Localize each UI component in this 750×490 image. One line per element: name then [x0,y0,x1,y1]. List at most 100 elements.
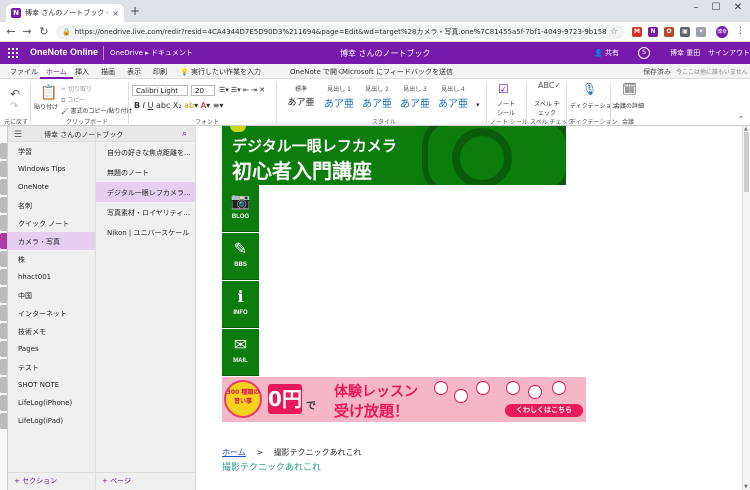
collapse-ribbon-icon[interactable]: ⌃ [738,115,744,123]
section-item[interactable]: Windows Tips [0,160,95,178]
section-item[interactable]: hhact001 [0,268,95,286]
section-label: 技術メモ [18,328,46,336]
page-item-selected[interactable]: デジタル一眼レフカメラ... [96,182,195,202]
section-item[interactable]: 中国 [0,286,95,304]
browser-menu-icon[interactable]: ⋮ [736,26,745,36]
promo-details-button[interactable]: くわしくはこちら [505,404,583,417]
tab-home[interactable]: ホーム [40,64,73,79]
section-item[interactable]: 株 [0,250,95,268]
bbs-button[interactable]: ✎ BBS [222,233,259,280]
banner-decoration [230,126,246,132]
note-tag-icon[interactable]: ☑ [498,82,509,96]
app-breadcrumb[interactable]: OneDrive ▸ ドキュメント [110,48,193,58]
paste-icon[interactable]: 📋 [40,85,57,101]
section-item[interactable]: SHOT NOTE [0,376,95,394]
skype-icon[interactable]: S [638,47,650,59]
section-item[interactable]: クイック ノート [0,214,95,232]
tab-draw[interactable]: 描画 [101,67,115,77]
open-in-desktop-link[interactable]: OneNote で開く [290,67,344,77]
section-item[interactable]: 技術メモ [0,322,95,340]
spell-check-icon[interactable]: ABC✓ [538,81,561,90]
meeting-details-button[interactable]: 会議の詳細 [614,101,644,110]
tab-insert[interactable]: 挿入 [75,67,89,77]
add-page-button[interactable]: + ページ [102,476,131,486]
cooking-icon [454,389,468,403]
section-item-selected[interactable]: カメラ・写真 [0,232,95,250]
reload-icon[interactable]: ↻ [37,24,51,40]
canvas-scrollbar[interactable]: ▲ ▼ [742,126,750,490]
extension-icon[interactable]: ▣ [680,27,690,37]
bookmark-star-icon[interactable]: ☆ [610,27,618,37]
section-item[interactable]: 名刺 [0,196,95,214]
tab-view[interactable]: 表示 [127,67,141,77]
meeting-details-icon[interactable]: 🗓 [622,82,637,96]
note-tag-button[interactable]: ノート シール [494,99,518,117]
font-size-select[interactable]: 20 [191,85,215,96]
scroll-down-icon[interactable]: ▼ [744,484,748,490]
new-tab-button[interactable]: + [130,4,140,18]
feedback-link[interactable]: Microsoft にフィードバックを送信 [342,67,453,77]
back-icon[interactable]: ← [4,24,18,40]
window-close-icon[interactable]: ✕ [728,2,748,13]
search-icon[interactable]: ⌕ [182,129,187,139]
gmail-extension-icon[interactable]: M [632,27,642,37]
promo-banner[interactable]: 300 種類の 習い事 0円 で 体験レッスン 受け放題！ くわしくはこちら [222,377,586,422]
office-extension-icon[interactable]: O [664,27,674,37]
page-canvas[interactable]: デジタル一眼レフカメラ 初心者入門講座 📷 BLOG ✎ BBS i INFO … [196,126,742,490]
list-buttons[interactable]: ☰▾ ☰▾ ⇤ ⇥ ✕ [219,86,265,94]
art-icon [552,381,566,395]
undo-group-label: 元に戻す [4,119,29,126]
info-button[interactable]: i INFO [222,281,259,328]
mail-icon: ✉ [233,335,248,354]
microphone-icon[interactable]: 🎙 [582,82,597,96]
section-label: クイック ノート [18,220,70,228]
user-name[interactable]: 博幸 重田 [670,48,700,58]
cut-button[interactable]: ✂ 切り取り [61,84,92,93]
forward-icon[interactable]: → [20,24,34,40]
address-bar[interactable]: 🔒 https://onedrive.live.com/redir?resid=… [56,25,624,39]
section-item[interactable]: Pages [0,340,95,358]
extension2-icon[interactable]: ✦ [696,27,706,37]
section-item[interactable]: LifeLog(iPad) [0,412,95,430]
mail-button[interactable]: ✉ MAIL [222,329,259,376]
page-item[interactable]: 自分の好きな焦点距離を... [96,142,195,162]
signout-link[interactable]: サインアウト [708,48,750,58]
breadcrumb-home-link[interactable]: ホーム [222,448,246,457]
minimize-icon[interactable]: – [686,2,706,13]
style-heading-4[interactable]: 見出し 4 あア亜 [430,84,476,110]
styles-more-icon[interactable]: ▾ [476,101,480,109]
copy-button[interactable]: ⧉ コピー [61,95,85,105]
url-text[interactable]: https://onedrive.live.com/redir?resid=4C… [75,27,606,37]
scroll-thumb[interactable] [744,132,749,192]
redo-icon[interactable]: ↷ [10,101,18,112]
tell-me-search[interactable]: 💡 実行したい作業を入力 [180,67,261,77]
blog-label: BLOG [231,214,250,220]
onenote-extension-icon[interactable]: N [648,27,658,37]
browser-tab[interactable]: N 博幸 さんのノートブック - Microsoft O × [6,4,124,22]
spell-check-button[interactable]: スペル チェック [534,99,560,117]
section-item[interactable]: インターネット [0,304,95,322]
page-item[interactable]: 写真素材・ロイヤリティ... [96,202,195,222]
profile-avatar[interactable]: 博幸 [716,26,728,38]
paste-button[interactable]: 貼り付け [34,102,58,111]
tab-close-icon[interactable]: × [112,9,119,18]
tab-print[interactable]: 印刷 [153,67,167,77]
maximize-icon[interactable]: ☐ [706,2,726,13]
format-painter-button[interactable]: 🖌 書式のコピー/貼り付け [61,106,133,115]
blog-button[interactable]: 📷 BLOG [222,185,259,232]
format-buttons[interactable]: B I U abc X₂ ab▾ A▾ ≡▾ [134,101,223,110]
section-item[interactable]: LifeLog(iPhone) [0,394,95,412]
section-item[interactable]: OneNote [0,178,95,196]
app-name[interactable]: OneNote Online [30,47,98,57]
page-item[interactable]: Nikon | ユニバースケール [96,222,195,242]
share-button[interactable]: 👤 共有 [594,48,619,58]
add-section-button[interactable]: + セクション [14,476,57,486]
hamburger-icon[interactable]: ☰ [14,130,22,140]
font-name-select[interactable]: Calibri Light [132,85,188,96]
tab-file[interactable]: ファイル [10,67,38,77]
undo-icon[interactable]: ↶ [10,87,20,101]
app-launcher-icon[interactable] [8,48,18,58]
section-item[interactable]: テスト [0,358,95,376]
page-item[interactable]: 無題のノート [96,162,195,182]
section-item[interactable]: 学習 [0,142,95,160]
